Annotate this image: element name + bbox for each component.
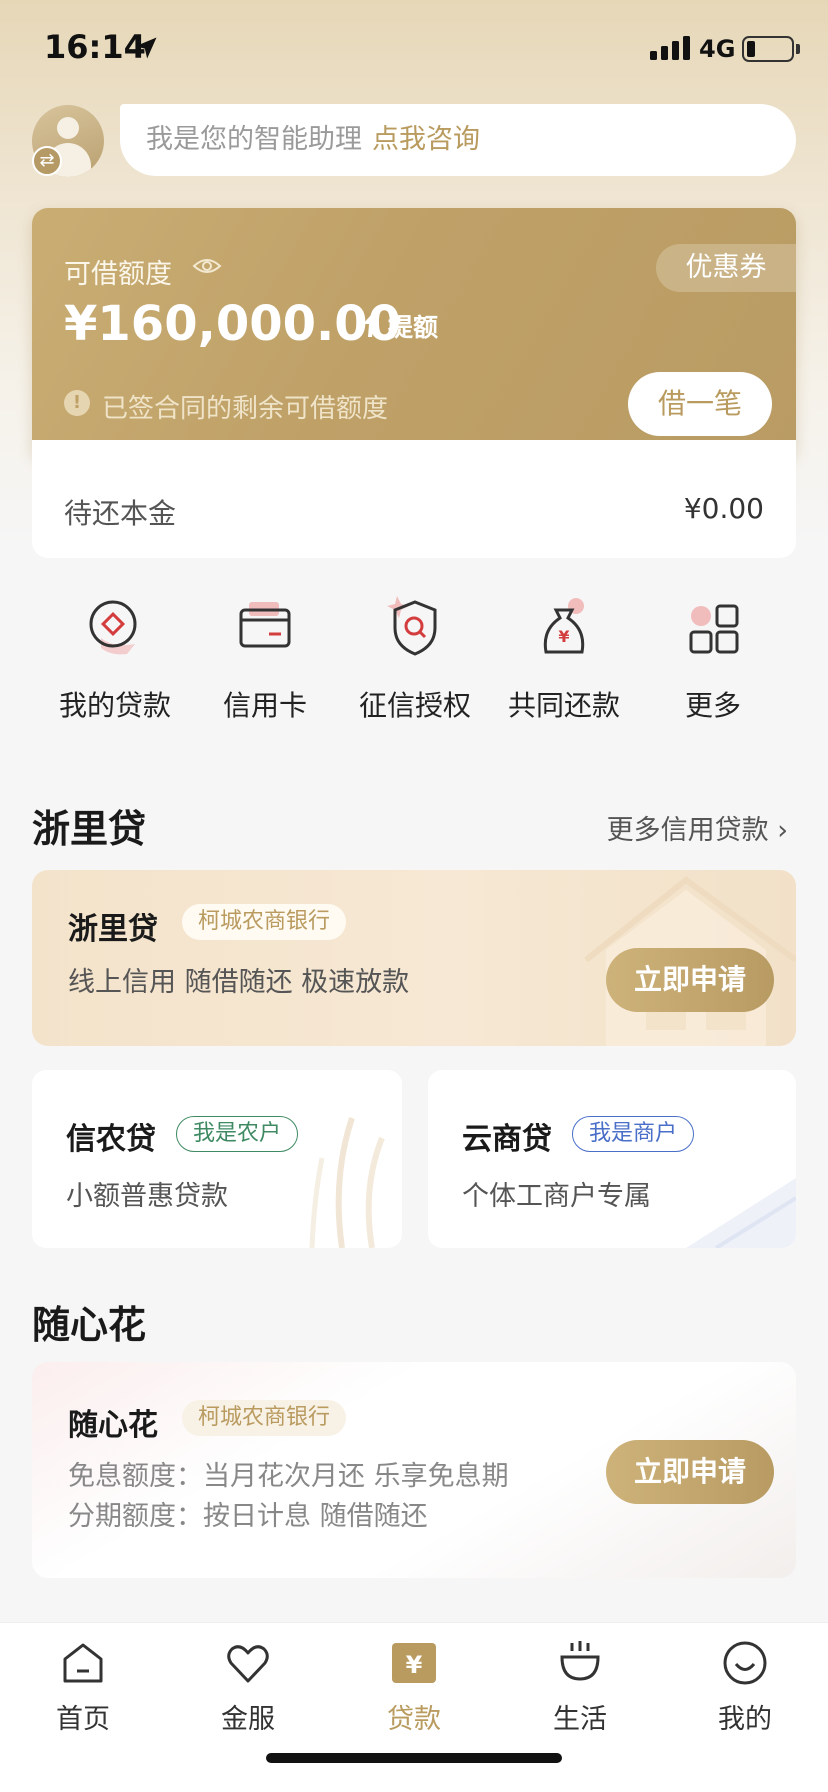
- svg-text:¥: ¥: [558, 627, 569, 646]
- merchant-tag: 我是商户: [572, 1116, 695, 1152]
- sxh-line-installment: 分期额度：按日计息 随借随还: [68, 1501, 428, 1532]
- nav-mine[interactable]: 我的: [685, 1639, 805, 1736]
- nav-life[interactable]: 生活: [520, 1639, 640, 1736]
- quick-action-label: 更多: [684, 689, 741, 722]
- zheli-card-title: 浙里贷: [68, 912, 158, 947]
- info-icon: !: [64, 390, 90, 416]
- more-credit-loans-link[interactable]: 更多信用贷款 ›: [607, 808, 788, 847]
- quick-action-credit-auth[interactable]: 征信授权: [340, 596, 490, 724]
- borrow-button[interactable]: 借一笔: [628, 372, 772, 436]
- section-title-suixinhua: 随心花: [32, 1303, 147, 1347]
- arrow-up-icon: [363, 315, 379, 337]
- nav-label: 首页: [56, 1704, 110, 1735]
- quick-action-label: 我的贷款: [58, 689, 171, 722]
- money-bag-icon: ¥: [543, 598, 585, 654]
- battery-cap: [796, 44, 800, 54]
- nav-label: 我的: [718, 1704, 772, 1735]
- coupon-button[interactable]: 优惠券: [656, 244, 796, 292]
- loan-icon: [89, 600, 137, 655]
- farmer-tag: 我是农户: [176, 1116, 299, 1152]
- raise-limit-label: 提额: [388, 313, 439, 342]
- bottom-nav: 首页 金服 ¥ 贷款 生活 我的: [0, 1622, 828, 1792]
- nav-finance[interactable]: 金服: [188, 1639, 308, 1736]
- quick-action-credit-card[interactable]: 信用卡: [190, 596, 340, 724]
- yunshang-card-desc: 个体工商户专属: [462, 1181, 651, 1212]
- quick-action-joint-repay[interactable]: ¥ 共同还款: [489, 596, 639, 724]
- quick-action-label: 征信授权: [358, 689, 471, 722]
- credit-card-icon: [239, 602, 291, 648]
- quick-action-more[interactable]: 更多: [638, 596, 788, 724]
- network-type: 4G: [699, 35, 736, 63]
- yunshang-loan-card[interactable]: 云商贷 我是商户 个体工商户专属: [428, 1070, 796, 1248]
- credit-amount: ¥160,000.00: [64, 296, 402, 352]
- nav-loans[interactable]: ¥ 贷款: [354, 1639, 474, 1736]
- nav-label: 生活: [553, 1704, 607, 1735]
- xinnong-card-desc: 小额普惠贷款: [66, 1181, 228, 1212]
- battery-icon: [742, 36, 794, 62]
- zheli-card-desc: 线上信用 随借随还 极速放款: [68, 967, 410, 998]
- assistant-text: 我是您的智能助理: [146, 124, 362, 155]
- status-time: 16:14: [44, 28, 146, 66]
- sxh-line-interest-free: 免息额度：当月花次月还 乐享免息期: [68, 1461, 509, 1492]
- nav-label: 金服: [221, 1704, 275, 1735]
- quick-action-label: 信用卡: [222, 689, 307, 722]
- shield-search-icon: [387, 596, 437, 656]
- swap-icon[interactable]: ⇄: [32, 146, 62, 176]
- quick-action-my-loans[interactable]: 我的贷款: [40, 596, 190, 724]
- section-title-zheli: 浙里贷: [32, 807, 147, 851]
- signal-icon: [650, 36, 690, 60]
- zheli-apply-button[interactable]: 立即申请: [606, 948, 774, 1012]
- yunshang-card-title: 云商贷: [462, 1122, 552, 1157]
- svg-text:¥: ¥: [406, 1651, 423, 1679]
- sxh-card-title: 随心花: [68, 1408, 158, 1443]
- assistant-consult-link[interactable]: 点我咨询: [372, 124, 480, 155]
- heart-icon: [227, 1645, 269, 1683]
- loan-yen-icon: ¥: [392, 1643, 436, 1683]
- pending-principal-value: ¥0.00: [683, 492, 764, 525]
- cup-icon: [560, 1641, 600, 1681]
- sxh-bank-tag: 柯城农商银行: [182, 1400, 347, 1436]
- credit-note: 已签合同的剩余可借额度: [102, 394, 389, 424]
- raise-limit-button[interactable]: 提额: [360, 306, 438, 346]
- zheli-bank-tag: 柯城农商银行: [182, 904, 347, 940]
- suixinhua-card[interactable]: 随心花 柯城农商银行 免息额度：当月花次月还 乐享免息期 分期额度：按日计息 随…: [32, 1362, 796, 1578]
- pending-principal-row[interactable]: 待还本金 ¥0.00: [32, 440, 796, 558]
- assistant-bubble[interactable]: 我是您的智能助理 点我咨询: [120, 104, 796, 176]
- xinnong-card-title: 信农贷: [66, 1122, 156, 1157]
- zheli-loan-card[interactable]: 浙里贷 柯城农商银行 线上信用 随借随还 极速放款 立即申请: [32, 870, 796, 1046]
- grid-icon: [689, 604, 739, 654]
- xinnong-loan-card[interactable]: 信农贷 我是农户 小额普惠贷款: [32, 1070, 402, 1248]
- nav-home[interactable]: 首页: [23, 1639, 143, 1736]
- smile-icon: [723, 1641, 767, 1685]
- home-icon: [63, 1643, 103, 1683]
- home-indicator: [266, 1753, 562, 1763]
- avatar-head: [57, 117, 79, 139]
- pending-principal-label: 待还本金: [64, 497, 177, 530]
- quick-action-label: 共同还款: [507, 689, 620, 722]
- credit-label: 可借额度: [64, 259, 172, 290]
- sxh-apply-button[interactable]: 立即申请: [606, 1440, 774, 1504]
- nav-label: 贷款: [387, 1704, 441, 1735]
- status-bar: 16:14 4G: [0, 0, 828, 100]
- location-arrow-icon: [135, 37, 157, 59]
- eye-icon[interactable]: [192, 256, 222, 276]
- credit-limit-card: 可借额度 优惠券 ¥160,000.00 提额 ! 已签合同的剩余可借额度 借一…: [32, 208, 796, 458]
